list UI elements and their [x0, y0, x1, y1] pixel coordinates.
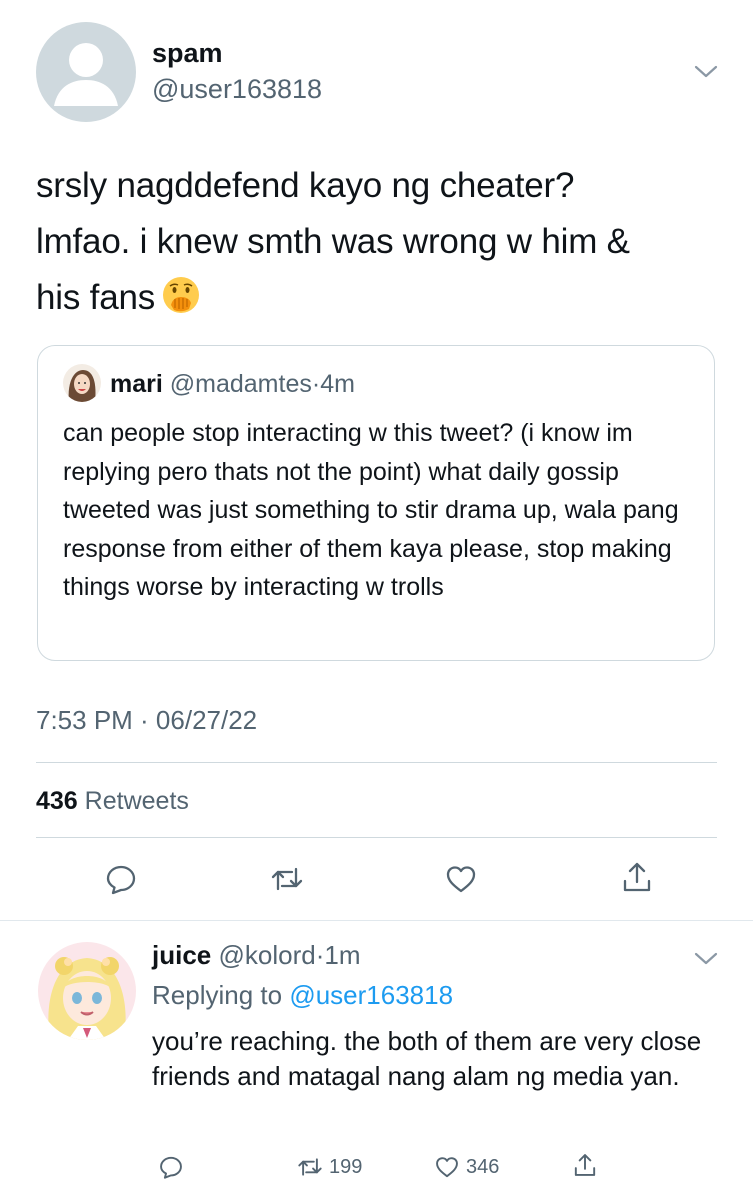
face-with-hand-over-mouth-icon — [161, 275, 201, 315]
share-button[interactable] — [620, 860, 654, 899]
reply-author-name[interactable]: juice — [152, 940, 211, 970]
reply-button[interactable] — [104, 862, 138, 901]
replying-to-mention[interactable]: @user163818 — [289, 980, 453, 1010]
divider — [36, 762, 717, 763]
separator-dot: · — [311, 370, 321, 398]
quoted-tweet-header: mari @madamtes·4m — [110, 370, 355, 399]
replying-to-prefix: Replying to — [152, 980, 283, 1010]
quoted-author-avatar[interactable] — [63, 364, 101, 402]
reply-icon — [160, 1156, 182, 1179]
tweet-timestamp[interactable]: 7:53 PM · 06/27/22 — [36, 705, 257, 736]
divider — [36, 837, 717, 838]
like-button[interactable] — [444, 862, 478, 901]
reply-header: juice @kolord·1m — [152, 940, 361, 971]
retweet-label: Retweets — [84, 787, 189, 815]
author-handle[interactable]: @user163818 — [152, 74, 322, 105]
reply-reply-button[interactable] — [158, 1152, 184, 1182]
reply-icon — [106, 865, 136, 895]
share-icon — [623, 862, 651, 892]
default-avatar-icon — [54, 43, 118, 106]
retweet-stat[interactable]: 436 Retweets — [36, 787, 189, 816]
chevron-down-icon — [694, 952, 718, 965]
tweet-menu-button[interactable] — [693, 63, 719, 86]
reply-share-button[interactable] — [572, 1150, 598, 1180]
avatar-image — [38, 942, 136, 1040]
tweet-text-line: his fans — [36, 270, 726, 326]
heart-icon — [446, 866, 476, 893]
heart-icon — [436, 1157, 458, 1178]
author-name[interactable]: spam — [152, 38, 223, 69]
reply-age: 1m — [324, 940, 361, 970]
tweet-text: srsly nagddefend kayo ng cheater? lmfao.… — [36, 158, 726, 326]
reply-menu-button[interactable] — [693, 950, 719, 973]
reply-like-count: 346 — [466, 1155, 500, 1178]
quoted-tweet-text: can people stop interacting w this tweet… — [63, 419, 679, 601]
retweet-button[interactable] — [270, 862, 304, 901]
tweet-text-line: srsly nagddefend kayo ng cheater? — [36, 166, 575, 205]
reply-author-avatar[interactable] — [38, 942, 136, 1040]
tweet-text-line-content: his fans — [36, 278, 156, 317]
reply-author-handle[interactable]: @kolord — [218, 940, 315, 970]
quoted-author-name[interactable]: mari — [110, 370, 163, 398]
retweet-icon — [298, 1158, 322, 1176]
avatar-image — [63, 364, 101, 402]
reply-text: you’re reaching. the both of them are ve… — [152, 1026, 702, 1091]
quoted-author-handle[interactable]: @madamtes — [170, 370, 312, 398]
share-icon — [574, 1154, 596, 1176]
section-divider — [0, 920, 753, 921]
retweet-icon — [271, 867, 303, 891]
replying-to-line: Replying to @user163818 — [152, 980, 453, 1011]
reply-like-button[interactable]: 346 — [434, 1152, 499, 1182]
retweet-count: 436 — [36, 787, 78, 815]
chevron-down-icon — [694, 65, 718, 78]
author-avatar[interactable] — [36, 22, 136, 122]
quoted-tweet-age: 4m — [320, 370, 355, 398]
tweet-text-line: lmfao. i knew smth was wrong w him & — [36, 222, 630, 261]
reply-retweet-button[interactable]: 199 — [297, 1152, 362, 1182]
reply-retweet-count: 199 — [329, 1155, 363, 1178]
